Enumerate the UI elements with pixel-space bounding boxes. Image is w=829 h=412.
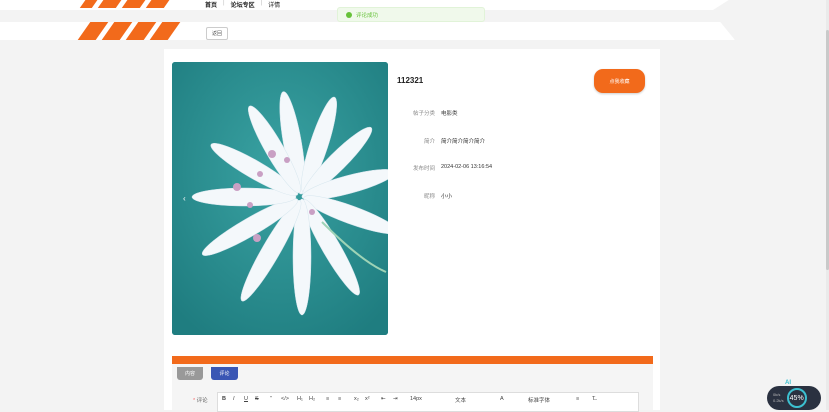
italic-button[interactable]: I — [233, 396, 235, 402]
indent-button[interactable]: ⇥ — [393, 396, 398, 402]
comment-editor[interactable] — [217, 392, 639, 412]
nav-detail: 详情 — [268, 3, 281, 9]
prev-arrow-icon[interactable]: ‹ — [183, 194, 186, 203]
post-image[interactable] — [172, 62, 388, 335]
success-toast: 评论成功 — [337, 7, 485, 22]
bullet-list-button[interactable]: ≡ — [338, 396, 341, 402]
font-size-select[interactable]: 14px — [410, 396, 422, 402]
network-monitor-widget[interactable]: 0k/s 0.2k/s 45% — [767, 386, 821, 410]
subscript-button[interactable]: x₂ — [354, 396, 359, 402]
header-select[interactable]: 文本 — [455, 396, 466, 404]
strike-button[interactable]: S — [255, 396, 259, 402]
h1-button[interactable]: H₁ — [297, 396, 303, 402]
align-button[interactable]: ≡ — [576, 396, 579, 402]
favorite-button[interactable]: 点我收藏 — [594, 69, 645, 93]
info-nickname: 昵称 小小 — [423, 194, 453, 200]
download-speed: 0.2k/s — [773, 398, 784, 403]
info-category: 帖子分类 电影类 — [412, 111, 458, 117]
h2-button[interactable]: H₂ — [309, 396, 315, 402]
nav-forum[interactable]: 论坛专区 — [231, 0, 255, 9]
breadcrumb: 首页 | 论坛专区 | 详情 — [205, 0, 281, 9]
toast-text: 评论成功 — [356, 12, 379, 19]
tab-comment[interactable]: 评论 — [211, 367, 238, 380]
info-publish-time: 发布时间 2024-02-06 13:16:54 — [412, 164, 493, 172]
ordered-list-button[interactable]: ≡ — [326, 396, 329, 402]
check-circle-icon — [346, 11, 352, 18]
underline-button[interactable]: U — [244, 396, 248, 402]
outdent-button[interactable]: ⇤ — [381, 396, 386, 402]
tab-content[interactable]: 内容 — [177, 367, 203, 380]
bold-button[interactable]: B — [222, 396, 226, 402]
code-button[interactable]: </> — [281, 396, 289, 402]
back-button[interactable]: 返回 — [206, 27, 229, 40]
info-intro: 简介 简介简介简介简介 — [423, 139, 486, 145]
decor-stripes-top — [79, 0, 173, 8]
nav-home[interactable]: 首页 — [205, 0, 217, 9]
clear-format-button[interactable]: T̶ — [592, 396, 595, 402]
superscript-button[interactable]: x² — [365, 396, 370, 402]
quote-button[interactable]: ” — [270, 396, 272, 402]
cpu-percent: 45% — [786, 388, 807, 408]
decor-stripes-bottom — [77, 22, 181, 40]
font-color-button[interactable]: A — [500, 396, 504, 402]
post-title: 112321 — [397, 76, 424, 85]
comment-field-label: * 评论 — [193, 398, 208, 404]
section-divider — [172, 356, 653, 364]
font-family-select[interactable]: 标准字体 — [528, 396, 550, 404]
